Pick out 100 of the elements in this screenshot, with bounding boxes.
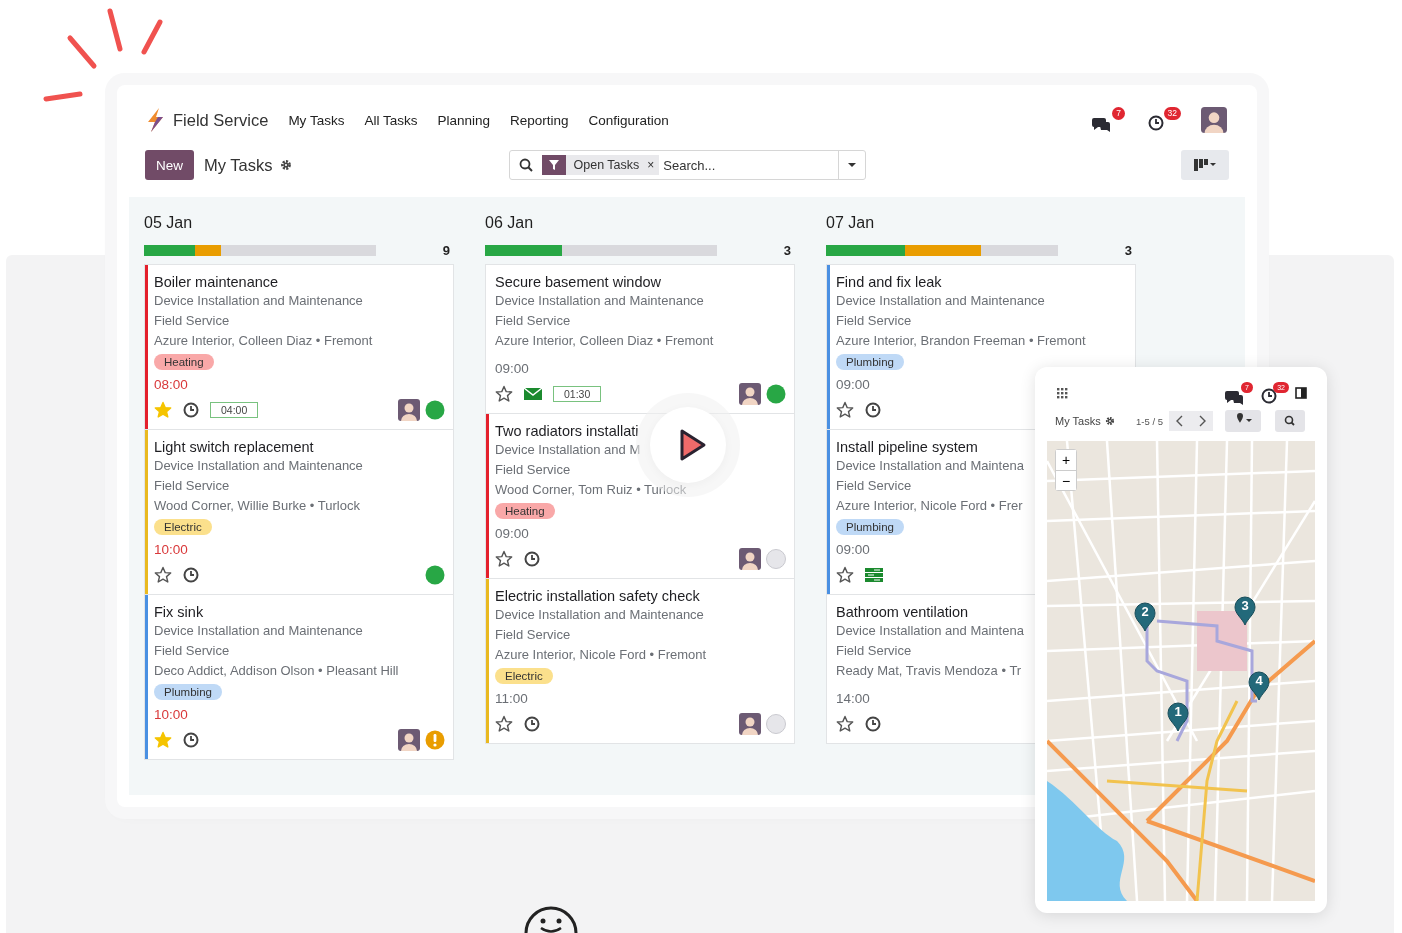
timer-badge: 04:00 [210,402,259,418]
task-title: Fix sink [154,603,204,621]
apps-menu-icon[interactable] [1057,387,1068,399]
envelope-icon[interactable] [523,387,543,401]
service-name: Field Service [154,312,230,330]
clock-icon[interactable] [523,550,541,568]
customer-location: Wood Corner, Tom Ruiz • Turlock [495,481,687,499]
column-title: 06 Jan [485,213,535,233]
facet-label: Open Tasks [573,158,640,172]
task-card[interactable]: Boiler maintenance Device Installation and Maintenance Field Service Azure Interior, Colleen Diaz • Fremont Heating 08:00 04:00 [144,264,454,430]
menu-item[interactable]: Planning [437,112,490,128]
star-icon[interactable] [836,566,854,584]
service-name: Field Service [495,626,571,644]
list-icon[interactable] [864,567,884,583]
count-badge: 32 [1163,107,1181,120]
next-button[interactable] [1191,411,1213,431]
star-filled-icon[interactable] [154,401,172,419]
planned-time: 09:00 [495,360,529,378]
task-title: Find and fix leak [836,273,942,291]
project-name: Device Installation and Maintenance [495,292,704,310]
task-title: Bathroom ventilation [836,603,969,621]
task-title: Secure basement window [495,273,662,291]
previous-button[interactable] [1169,411,1191,431]
new-button[interactable]: New [145,150,194,180]
menu-item[interactable]: Configuration [588,112,669,128]
customer-location: Azure Interior, Nicole Ford • Frer [836,497,1023,515]
map-pin[interactable]: 3 [1234,596,1256,626]
search-icon [518,158,533,172]
project-name: Device Installation and Maintena [836,457,1024,475]
planned-time: 14:00 [836,690,870,708]
planned-time: 10:00 [154,706,188,724]
customer-location: Azure Interior, Nicole Ford • Fremont [495,646,707,664]
status-dot[interactable] [425,565,445,585]
task-title: Electric installation safety check [495,587,700,605]
messages-button[interactable]: 7 [1089,107,1125,133]
star-icon[interactable] [836,401,854,419]
star-icon[interactable] [495,715,513,733]
breadcrumb: My Tasks [1055,415,1101,427]
clock-icon[interactable] [864,401,882,419]
sidebar-toggle-icon[interactable] [1295,387,1307,399]
project-name: Device Installation and M [495,441,641,459]
star-icon[interactable] [154,566,172,584]
menu-item[interactable]: My Tasks [288,112,345,128]
tag: Heating [154,354,214,370]
map-view-button[interactable] [1225,410,1261,432]
activities-button[interactable]: 32 [1145,107,1181,133]
settings-icon[interactable] [280,159,293,171]
planned-time: 10:00 [154,541,188,559]
clock-icon[interactable] [523,715,541,733]
remove-facet-button[interactable]: × [647,158,655,172]
app-name[interactable]: Field Service [173,110,269,130]
service-name: Field Service [836,642,912,660]
avatar [1201,107,1227,133]
task-card[interactable]: Install pipeline system Device Installation and Maintena Field Service Azure Interior, Nicole Ford • Frer Plumbing 09:00 [826,429,1037,595]
customer-location: Azure Interior, Colleen Diaz • Fremont [154,332,373,350]
service-name: Field Service [154,642,230,660]
column-title: 07 Jan [826,213,876,233]
clock-icon[interactable] [182,566,200,584]
breadcrumb: My Tasks [204,155,273,175]
project-name: Device Installation and Maintenance [154,292,363,310]
task-card[interactable]: Electric installation safety check Device Installation and Maintenance Field Service Azure Interior, Nicole Ford • Fremont Electric 11:00 [485,578,795,744]
clock-icon[interactable] [182,731,200,749]
task-card[interactable]: Bathroom ventilation Device Installation and Maintena Field Service Ready Mat, Travis Mendoza • Tr 14:00 [826,594,1037,744]
task-card[interactable]: Light switch replacement Device Installation and Maintenance Field Service Wood Corner, Willie Burke • Turlock Electric 10:00 [144,429,454,595]
service-name: Field Service [836,312,912,330]
planned-time: 09:00 [836,541,870,559]
task-card[interactable]: Two radiators installati Device Installation and M Field Service Wood Corner, Tom Ruiz • Turlock Heating 09:00 [485,413,795,579]
map-pin[interactable]: 2 [1134,602,1156,632]
customer-location: Deco Addict, Addison Olson • Pleasant Hill [154,662,399,680]
zoom-out-button[interactable]: − [1056,470,1076,490]
status-dot[interactable] [766,549,786,569]
menu-item[interactable]: Reporting [509,112,569,128]
filter-facet[interactable]: Open Tasks × [541,155,660,175]
status-dot[interactable] [766,384,786,404]
column-count: 3 [783,242,791,258]
star-icon[interactable] [495,550,513,568]
tag: Electric [154,519,212,535]
map-pin[interactable]: 1 [1167,702,1189,732]
project-name: Device Installation and Maintenance [154,622,363,640]
star-icon[interactable] [495,385,513,403]
status-dot[interactable] [425,400,445,420]
status-dot[interactable] [766,714,786,734]
service-name: Field Service [154,477,230,495]
view-switcher-button[interactable] [1181,150,1229,180]
menu-item[interactable]: All Tasks [364,112,418,128]
clock-icon[interactable] [864,715,882,733]
smiley-drawing [523,905,579,933]
settings-icon[interactable] [1104,416,1115,426]
star-filled-icon[interactable] [154,731,172,749]
task-card[interactable]: Fix sink Device Installation and Maintenance Field Service Deco Addict, Addison Olson • Pleasant Hill Plumbing 10:00 [144,594,454,760]
clock-icon[interactable] [182,401,200,419]
search-field[interactable]: Open Tasks × Search... [508,150,866,180]
project-name: Device Installation and Maintenance [495,606,704,624]
column-count: 3 [1124,242,1132,258]
search-button[interactable] [1275,410,1305,432]
task-card[interactable]: Secure basement window Device Installation and Maintenance Field Service Azure Interior, Colleen Diaz • Fremont 09:00 01:30 [485,264,795,414]
map-pin[interactable]: 4 [1248,671,1270,701]
star-icon[interactable] [836,715,854,733]
service-name: Field Service [495,461,571,479]
customer-location: Azure Interior, Colleen Diaz • Fremont [495,332,714,350]
